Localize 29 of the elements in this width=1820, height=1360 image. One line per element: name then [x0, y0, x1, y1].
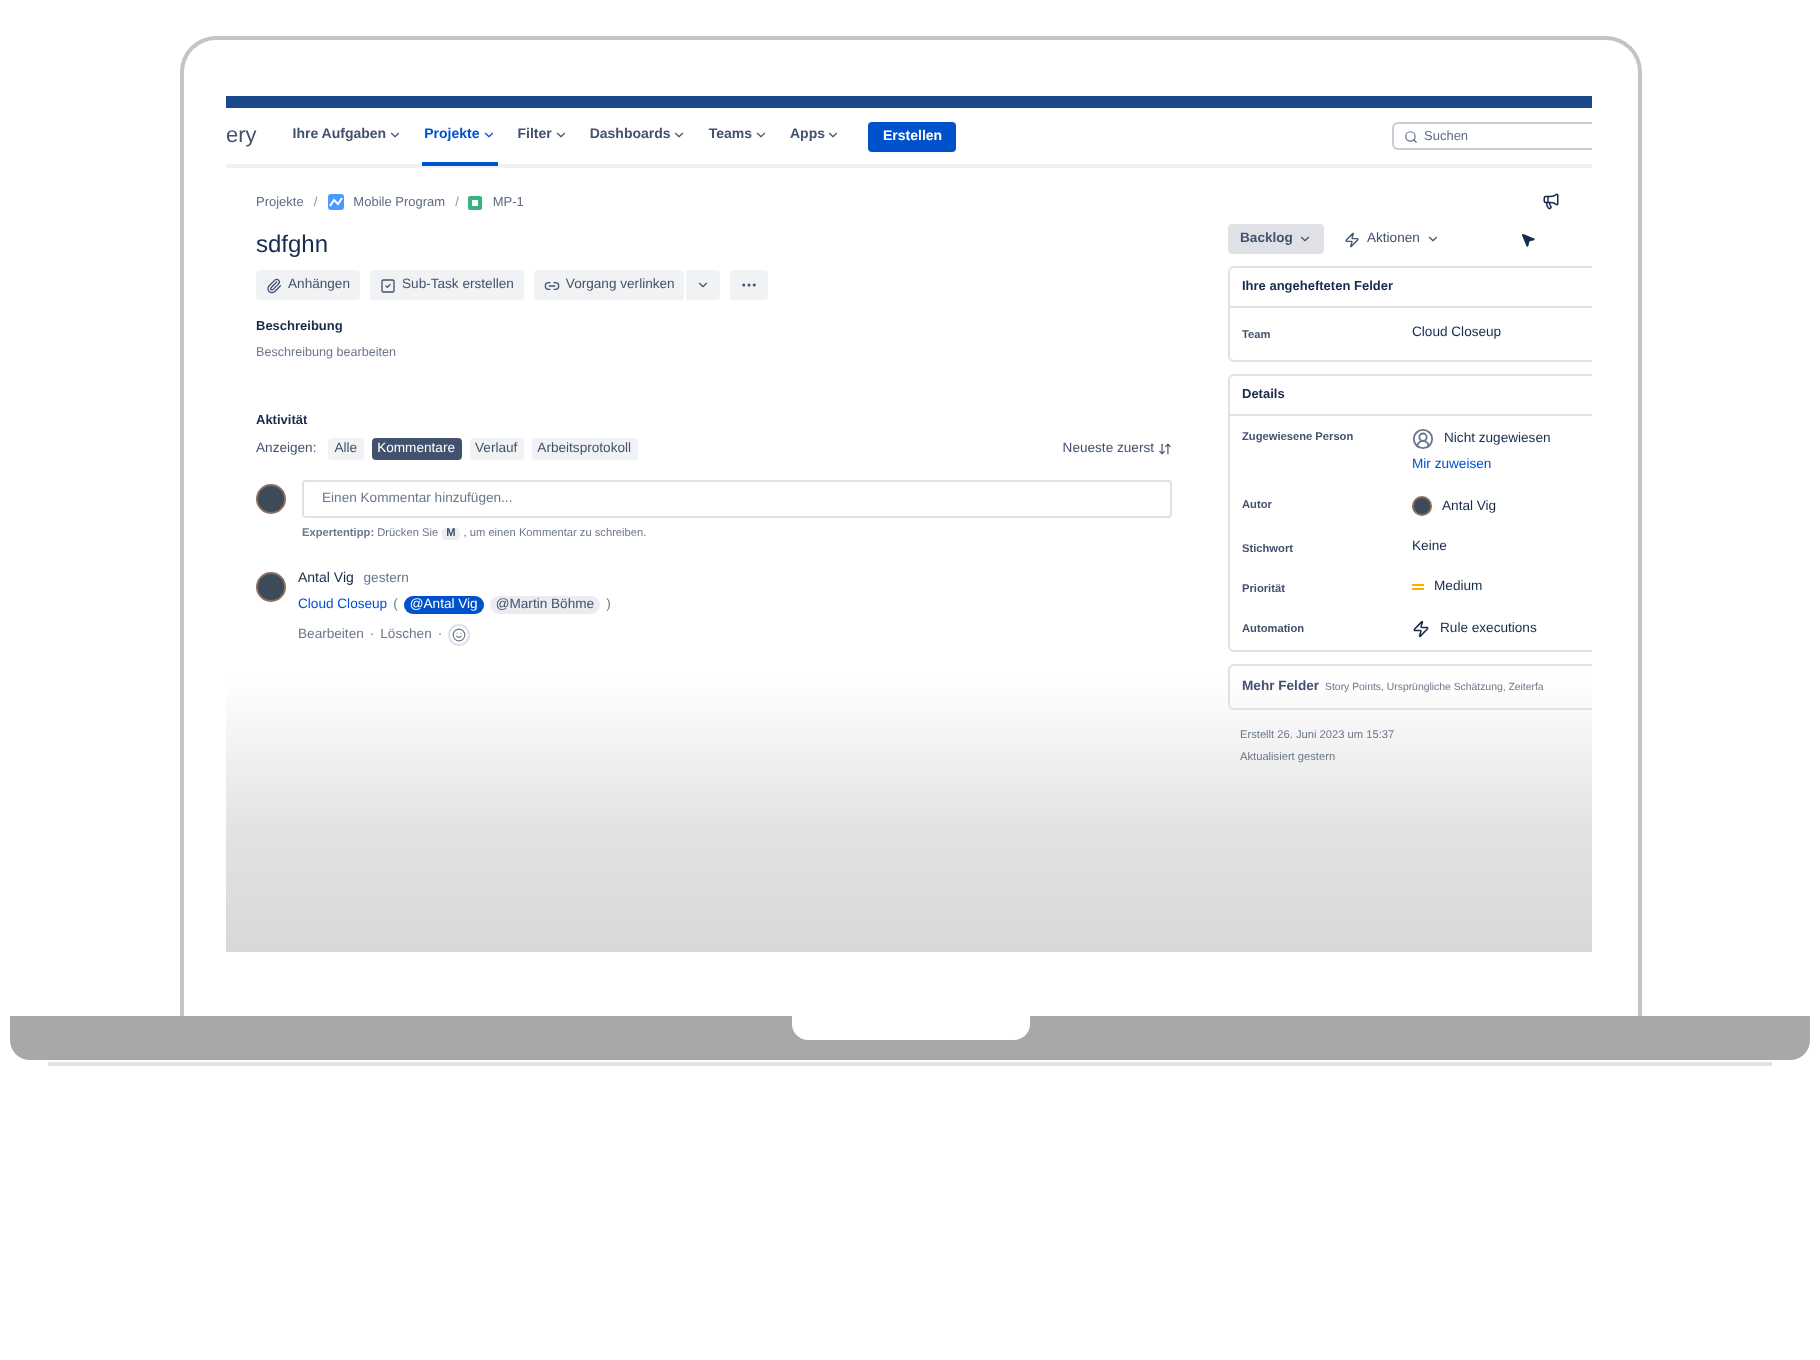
cursor-icon: [1519, 231, 1536, 247]
priority-icon: [1412, 583, 1424, 591]
issue-title: sdfghn: [256, 230, 331, 258]
lightning-icon: [1412, 620, 1430, 638]
caret-icon: [1425, 232, 1440, 246]
logo-text: ery: [226, 124, 257, 148]
caret-icon: [1298, 232, 1313, 246]
smiley-icon: [452, 628, 467, 642]
caret-icon: [388, 127, 403, 141]
avatar: [256, 572, 286, 602]
caret-icon: [672, 127, 687, 141]
caret-icon: [753, 127, 768, 141]
sort-icon: [1158, 442, 1172, 456]
project-icon: [327, 194, 344, 210]
user-icon: [1412, 428, 1434, 450]
caret-icon: [553, 127, 568, 141]
megaphone-icon[interactable]: [1542, 192, 1560, 210]
caret-icon: [826, 127, 841, 141]
avatar: [1412, 496, 1432, 516]
caret-icon: [481, 127, 496, 141]
caret-icon: [696, 278, 711, 292]
reaction-button[interactable]: [448, 624, 471, 646]
link-icon: [543, 277, 560, 293]
lightning-icon: [1344, 231, 1361, 247]
search-icon: [1404, 129, 1418, 143]
story-icon: [468, 195, 483, 209]
avatar: [256, 484, 286, 514]
paperclip-icon: [266, 277, 282, 293]
checkbox-icon: [380, 277, 396, 293]
